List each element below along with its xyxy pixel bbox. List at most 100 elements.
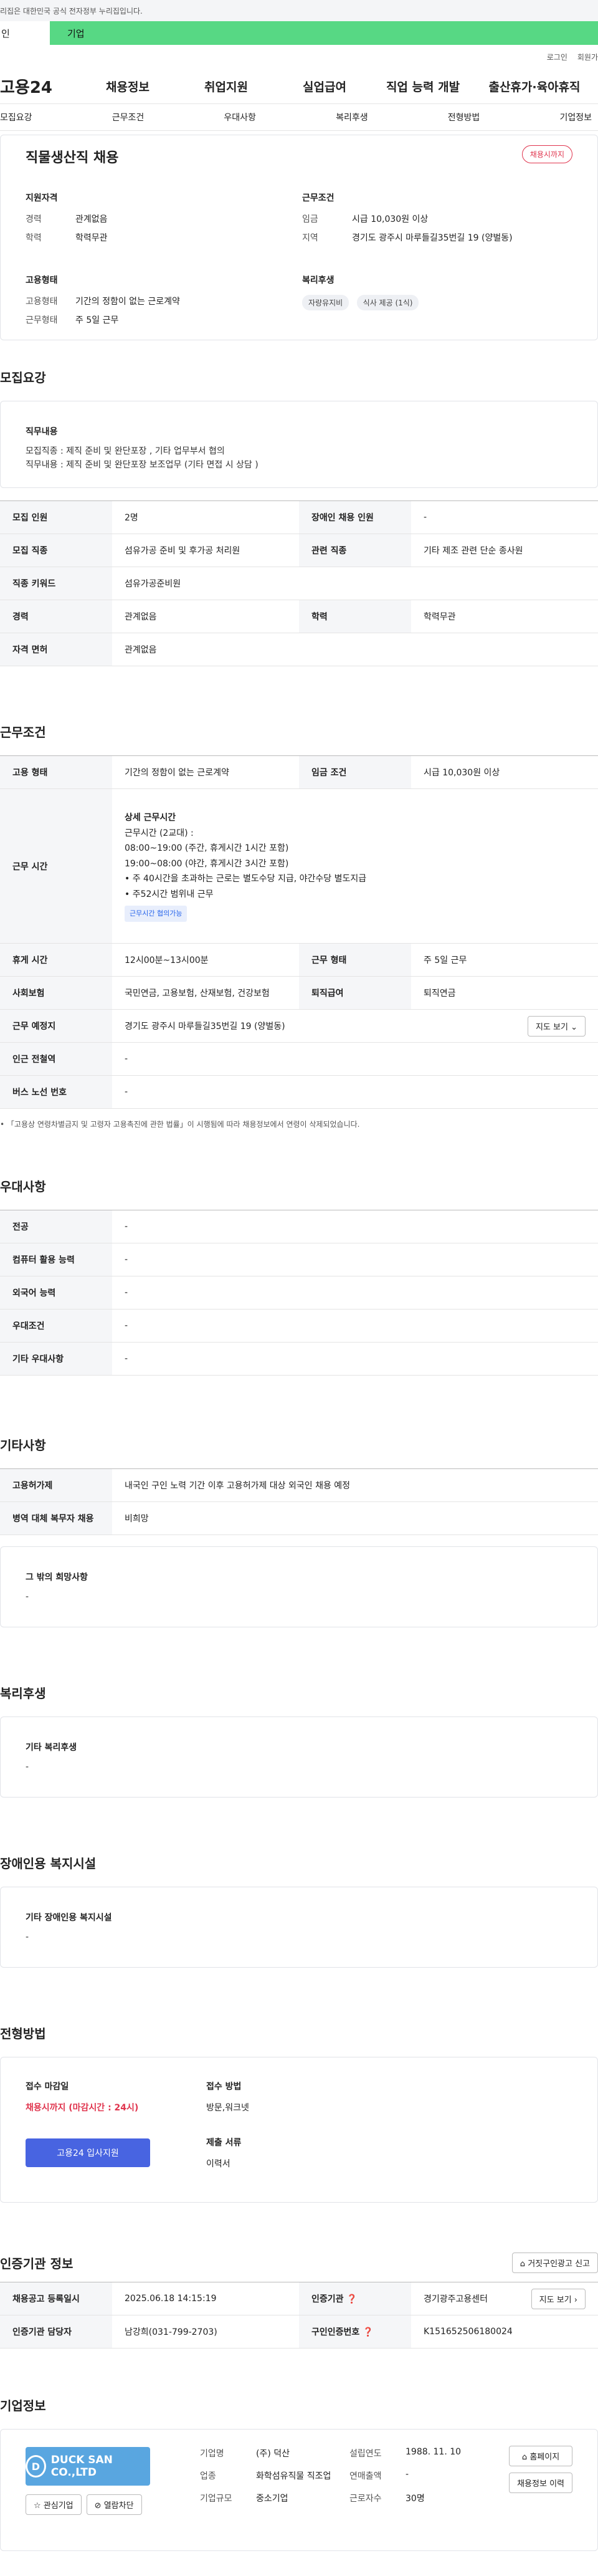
row-label: 관련 직종: [299, 534, 411, 567]
hours-line: • 주52시간 범위내 근무: [125, 889, 214, 899]
global-nav: 고용24 채용정보 취업지원 실업급여 직업 능력 개발 출산휴가·육아휴직: [0, 69, 598, 103]
deadline-badge: 채용시까지: [521, 145, 572, 163]
row-label: 기타 우대사항: [0, 1342, 112, 1376]
welfare-chip: 식사 제공 (1식): [356, 295, 419, 310]
row-label: 근무 시간: [0, 788, 112, 944]
etc-table: 고용허가제 내국인 구인 노력 기간 이후 고용허가제 대상 외국인 채용 예정 …: [0, 1468, 598, 1535]
emp-label: 고용형태: [26, 297, 58, 307]
row-label: 전공: [0, 1210, 112, 1243]
homepage-button[interactable]: ⌂ 홈페이지: [509, 2446, 572, 2466]
disability-box-value: -: [26, 1932, 29, 1942]
table-row: 우대조건 -: [0, 1309, 598, 1343]
subnav-welfare[interactable]: 복리후생: [336, 111, 368, 123]
work-table: 고용 형태 기간의 정함이 없는 근로계약 임금 조건 시급 10,030원 이…: [0, 755, 598, 1109]
emp-value: 기간의 정함이 없는 근로계약: [75, 297, 180, 307]
row-value: 섬유가공 준비 및 후가공 처리원: [112, 534, 299, 567]
job-history-button[interactable]: 채용정보 이력: [509, 2473, 572, 2493]
section-title-company: 기업정보: [0, 2398, 46, 2413]
gnb-item-benefit[interactable]: 실업급여: [275, 78, 374, 95]
row-value: -: [112, 1342, 598, 1376]
report-button-label: 거짓구인광고 신고: [528, 2259, 590, 2269]
location-value: 경기도 광주시 마루들길35번길 19 (양벌동): [352, 233, 513, 243]
disability-box: 기타 장애인용 복지시설 -: [0, 1887, 598, 1968]
row-label: 휴게 시간: [0, 943, 112, 977]
table-row: 사회보험 국민연금, 고용보험, 산재보험, 건강보험 퇴직급여 퇴직연금: [0, 976, 598, 1010]
gnb-item-support[interactable]: 취업지원: [177, 78, 275, 95]
subnav-work[interactable]: 근무조건: [112, 111, 145, 123]
table-row: 버스 노선 번호 -: [0, 1075, 598, 1109]
favorite-company-button[interactable]: ☆ 관심기업: [26, 2494, 82, 2515]
site-logo[interactable]: 고용24: [0, 75, 78, 98]
row-value: 관계없음: [112, 600, 299, 633]
method-value: 방문,워크넷: [206, 2103, 249, 2113]
row-label: 고용 형태: [0, 755, 112, 789]
age-notice-text: 「고용상 연령차별금지 및 고령자 고용촉진에 관한 법률」이 시행됨에 따라 …: [6, 1120, 360, 1129]
qual-value: 학력무관: [75, 233, 108, 243]
table-row: 직종 키워드 섬유가공준비원: [0, 567, 598, 600]
row-value: 2명: [112, 500, 299, 534]
gnb-item-leave[interactable]: 출산휴가·육아휴직: [472, 78, 597, 95]
row-value: 주 5일 근무: [411, 943, 598, 977]
tab-individual[interactable]: 인: [0, 21, 50, 45]
help-icon[interactable]: ❓: [363, 2327, 373, 2337]
row-label: 컴퓨터 활용 능력: [0, 1243, 112, 1276]
block-icon: ⊘: [94, 2501, 102, 2511]
row-label: 버스 노선 번호: [0, 1075, 112, 1109]
tab-company[interactable]: 기업: [50, 21, 598, 45]
table-row: 전공 -: [0, 1210, 598, 1243]
map-button[interactable]: 지도 보기 ⌄: [527, 1015, 586, 1037]
row-label: 모집 인원: [0, 500, 112, 534]
login-link[interactable]: 로그인: [547, 52, 567, 62]
subnav-company[interactable]: 기업정보: [559, 111, 592, 123]
block-view-button[interactable]: ⊘ 열람차단: [86, 2494, 142, 2515]
gnb-item-jobs[interactable]: 채용정보: [78, 78, 177, 95]
table-row: 휴게 시간 12시00분~13시00분 근무 형태 주 5일 근무: [0, 943, 598, 977]
info-label: 기업규모: [200, 2494, 232, 2504]
company-info: 기업명 (주) 덕산 설립연도 1988. 11. 10 업종 화학섬유직물 직…: [200, 2447, 486, 2533]
row-value: 비희망: [112, 1501, 598, 1535]
home-icon: ⌂: [521, 2453, 528, 2462]
info-value: 30명: [406, 2494, 425, 2504]
job-title: 직물생산직 채용: [26, 150, 119, 166]
row-label: 장애인 채용 인원: [299, 500, 411, 534]
report-fake-ad-button[interactable]: ⌂ 거짓구인광고 신고: [511, 2253, 598, 2273]
pref-table: 전공 - 컴퓨터 활용 능력 - 외국어 능력 - 우대조건 - 기타 우대사항 -: [0, 1210, 598, 1376]
agency-name: 경기광주고용센터: [424, 2294, 488, 2304]
subnav-recruit[interactable]: 모집요강: [0, 111, 32, 123]
help-icon[interactable]: ❓: [346, 2294, 357, 2304]
row-label: 퇴직급여: [299, 976, 411, 1010]
emp-title: 고용형태: [26, 275, 58, 285]
duty-box: 직무내용 모집직종 : 제직 준비 및 완단포장 , 기타 업무부서 협의 직무…: [0, 401, 598, 488]
section-title-process: 전형방법: [0, 2026, 46, 2041]
hours-head: 상세 근무시간: [125, 813, 176, 823]
job-summary-card: 직물생산직 채용 채용시까지 지원자격 경력 관계없음 학력 학력무관 고용형태 고…: [0, 135, 598, 340]
table-row: 채용공고 등록일시 2025.06.18 14:15:19 인증기관 ❓ 경기광…: [0, 2282, 598, 2315]
table-row: 경력 관계없음 학력 학력무관: [0, 600, 598, 633]
row-label: 임금 조건: [299, 755, 411, 789]
section-title-work: 근무조건: [0, 725, 46, 740]
hours-line: • 주 40시간을 초과하는 근로는 별도수당 지급, 야간수당 별도지급: [125, 874, 367, 884]
wage-value: 시급 10,030원 이상: [352, 214, 429, 224]
section-title-pref: 우대사항: [0, 1179, 46, 1194]
subnav-process[interactable]: 전형방법: [448, 111, 480, 123]
homepage-label: 홈페이지: [529, 2453, 560, 2462]
row-value: 퇴직연금: [411, 976, 598, 1010]
deadline-title: 접수 마감일: [26, 2082, 69, 2092]
gnb-item-training[interactable]: 직업 능력 개발: [374, 78, 472, 95]
cond-title: 근무조건: [302, 193, 335, 203]
join-link[interactable]: 회원가: [577, 52, 598, 62]
apply-button[interactable]: 고용24 입사지원: [26, 2138, 150, 2167]
row-label-text: 구인인증번호: [311, 2327, 360, 2337]
company-logo-text: DUCK SAN CO.,LTD: [50, 2454, 113, 2479]
row-label: 사회보험: [0, 976, 112, 1010]
agency-map-label: 지도 보기: [539, 2295, 572, 2305]
table-row: 근무 예정지 경기도 광주시 마루들길35번길 19 (양벌동) 지도 보기 ⌄: [0, 1009, 598, 1043]
subnav-pref[interactable]: 우대사항: [224, 111, 256, 123]
row-label: 직종 키워드: [0, 567, 112, 600]
age-notice: • 「고용상 연령차별금지 및 고령자 고용촉진에 관한 법률」이 시행됨에 따…: [0, 1120, 360, 1129]
star-icon: ☆: [34, 2501, 41, 2511]
row-value: 학력무관: [411, 600, 598, 633]
favorite-label: 관심기업: [43, 2501, 74, 2511]
agency-map-button[interactable]: 지도 보기 ›: [531, 2288, 586, 2309]
hours-negotiable-badge: 근무시간 협의가능: [125, 906, 187, 922]
